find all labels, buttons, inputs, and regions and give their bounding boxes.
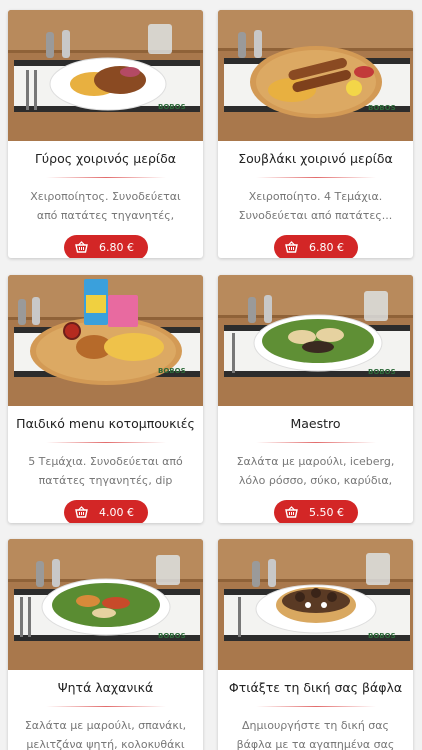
add-to-cart-button[interactable]: 4.00 €	[63, 500, 148, 523]
add-to-cart-button[interactable]: 6.80 €	[273, 235, 358, 258]
product-description: Σαλάτα με μαρούλι, σπανάκι, μελιτζάνα ψη…	[24, 719, 187, 750]
product-card[interactable]: BOBOS Φτιάξτε τη δική σας βάφλα Δημιουργ…	[218, 539, 413, 750]
product-description: Σαλάτα με μαρούλι, iceberg, λόλο ρόσσο, …	[236, 455, 395, 487]
title-divider	[45, 442, 166, 443]
product-photo: BOBOS	[8, 275, 203, 406]
title-divider	[255, 442, 376, 443]
product-grid: BOBOS Γύρος χοιρινός μερίδα Χειροποίητος…	[0, 0, 422, 750]
photo-brand-text: BOBOS	[368, 368, 396, 376]
title-divider	[45, 177, 166, 178]
product-title: Γύρος χοιρινός μερίδα	[34, 151, 177, 166]
product-description: Δημιουργήστε τη δική σας βάφλα με τα αγα…	[236, 719, 395, 750]
title-divider	[45, 706, 166, 707]
product-description: 5 Τεμάχια. Συνοδεύεται από πατάτες τηγαν…	[28, 455, 183, 487]
product-photo: BOBOS	[218, 275, 413, 406]
photo-brand-text: BOBOS	[158, 632, 186, 640]
photo-brand-text: BOBOS	[158, 367, 186, 375]
product-card[interactable]: BOBOS Maestro Σαλάτα με μαρούλι, iceberg…	[218, 275, 413, 523]
product-card[interactable]: BOBOS Σουβλάκι χοιρινό μερίδα Χειροποίητ…	[218, 10, 413, 258]
product-title: Ψητά λαχανικά	[57, 680, 154, 695]
add-to-cart-button[interactable]: 6.80 €	[63, 235, 148, 258]
add-to-cart-button[interactable]: 5.50 €	[273, 500, 358, 523]
product-title: Φτιάξτε τη δική σας βάφλα	[228, 680, 403, 695]
product-card[interactable]: BOBOS Ψητά λαχανικά Σαλάτα με μαρούλι, σ…	[8, 539, 203, 750]
product-photo: BOBOS	[8, 10, 203, 141]
title-divider	[255, 706, 376, 707]
photo-brand-text: BOBOS	[158, 103, 186, 111]
photo-brand-text: BOBOS	[368, 104, 396, 112]
product-photo: BOBOS	[218, 539, 413, 670]
product-description: Χειροποίητος. Συνοδεύεται από πατάτες τη…	[30, 190, 181, 222]
title-divider	[255, 177, 376, 178]
product-photo: BOBOS	[8, 539, 203, 670]
basket-icon	[74, 241, 88, 253]
product-description: Χειροποίητο. 4 Τεμάχια. Συνοδεύεται από …	[238, 190, 393, 222]
product-title: Maestro	[290, 416, 341, 431]
product-card[interactable]: BOBOS Γύρος χοιρινός μερίδα Χειροποίητος…	[8, 10, 203, 258]
product-title: Παιδικό menu κοτομπουκιές	[16, 416, 195, 431]
product-photo: BOBOS	[218, 10, 413, 141]
basket-icon	[284, 241, 298, 253]
product-card[interactable]: BOBOS Παιδικό menu κοτομπουκιές 5 Τεμάχι…	[8, 275, 203, 523]
basket-icon	[284, 506, 298, 518]
photo-brand-text: BOBOS	[368, 632, 396, 640]
product-title: Σουβλάκι χοιρινό μερίδα	[238, 151, 393, 166]
basket-icon	[74, 506, 88, 518]
